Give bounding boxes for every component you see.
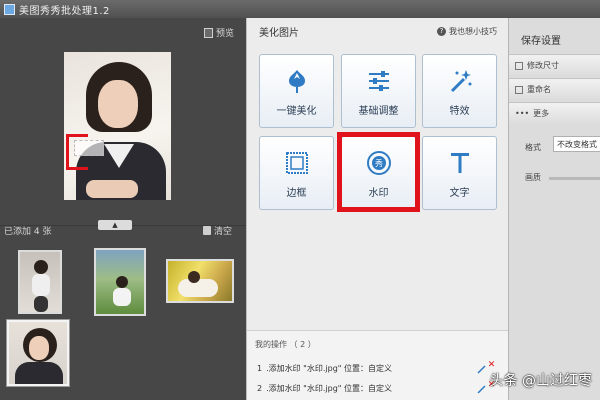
frame-icon [282, 148, 312, 178]
watermark-highlight [337, 132, 420, 212]
tile-effects[interactable]: 特效 [422, 54, 497, 128]
clear-label: 清空 [213, 227, 232, 237]
tulip-icon [282, 66, 312, 96]
tile-basic-adjust[interactable]: 基础调整 [341, 54, 416, 128]
preview-button[interactable]: 预览 [203, 26, 234, 39]
tile-label: 基础调整 [358, 106, 399, 117]
sliders-icon [364, 66, 394, 96]
tile-auto-beautify[interactable]: 一键美化 [259, 54, 334, 128]
format-select[interactable]: 不改变格式 [553, 136, 600, 152]
save-settings-panel: 保存设置 修改尺寸 重命名 ••• 更多 格式 不改变格式 画质 [508, 18, 600, 400]
highlight-marker [66, 134, 72, 170]
operation-item[interactable]: 2 .添加水印 "水印.jpg" 位置：自定义 [257, 383, 392, 394]
operation-text: .添加水印 "水印.jpg" 位置：自定义 [266, 364, 393, 373]
operations-list: 我的操作 （ 2 ） 1 .添加水印 "水印.jpg" 位置：自定义 2 .添加水印… [247, 330, 509, 400]
watermark-overlay[interactable] [74, 140, 104, 156]
trash-icon [202, 226, 211, 235]
preview-label: 预览 [215, 29, 234, 39]
edit-operation-icon[interactable] [477, 365, 486, 374]
thumbnail[interactable] [18, 250, 62, 314]
added-count-label: 已添加 4 张 [4, 227, 52, 237]
operation-item[interactable]: 1 .添加水印 "水印.jpg" 位置：自定义 [257, 363, 392, 374]
collapse-toggle[interactable]: ▲ [98, 220, 132, 230]
thumbnail[interactable] [94, 248, 146, 316]
tile-label: 特效 [449, 106, 470, 117]
window-title: 美图秀秀批处理1.2 [19, 5, 110, 17]
preview-image [64, 52, 171, 200]
beautify-title: 美化图片 [259, 27, 299, 39]
rename-option[interactable]: 重命名 [509, 78, 600, 100]
magic-wand-icon [445, 66, 475, 96]
more-option[interactable]: ••• 更多 [509, 102, 600, 124]
text-T-icon [445, 148, 475, 178]
tile-label: 一键美化 [276, 106, 317, 117]
tile-label: 边框 [286, 188, 307, 199]
more-dots-icon: ••• [515, 109, 530, 118]
tips-link[interactable]: ? 我也想小技巧 [437, 26, 497, 37]
more-label: 更多 [533, 109, 550, 118]
image-list-panel: 预览 ▲ 已添加 4 张 清空 [0, 18, 246, 400]
tile-text[interactable]: 文字 [422, 136, 497, 210]
delete-operation-icon[interactable]: ✕ [487, 361, 496, 370]
title-bar: 美图秀秀批处理1.2 [0, 0, 600, 18]
quality-label: 画质 [525, 173, 541, 182]
app-icon [4, 3, 15, 15]
beautify-header: 美化图片 ? 我也想小技巧 [247, 18, 509, 44]
clear-button[interactable]: 清空 [202, 224, 232, 237]
thumbnail[interactable] [166, 259, 234, 303]
help-icon: ? [437, 26, 446, 36]
operation-number: 2 [257, 384, 263, 393]
beautify-panel: 美化图片 ? 我也想小技巧 一键美化 基础调整 特效 边框 秀 水印 文字 我的… [246, 18, 509, 400]
rename-label: 重命名 [527, 85, 551, 94]
edit-operation-icon[interactable] [477, 385, 486, 394]
rename-icon [515, 85, 523, 94]
quality-slider[interactable] [549, 177, 600, 180]
thumbnail-selected[interactable] [6, 319, 70, 387]
operation-number: 1 [257, 364, 263, 373]
save-settings-title: 保存设置 [521, 36, 561, 47]
source-watermark: 头条 @山过红枣 [489, 373, 592, 389]
resize-icon [515, 61, 523, 70]
resize-label: 修改尺寸 [527, 61, 559, 70]
tile-frame[interactable]: 边框 [259, 136, 334, 210]
batch-processor-window: 美图秀秀批处理1.2 预览 ▲ 已添加 4 张 清空 美化图片 ? 我也想小技巧… [0, 0, 600, 400]
format-label: 格式 [525, 143, 541, 152]
resize-option[interactable]: 修改尺寸 [509, 54, 600, 76]
operations-title: 我的操作 （ 2 ） [255, 340, 316, 349]
preview-icon [203, 27, 213, 38]
operation-text: .添加水印 "水印.jpg" 位置：自定义 [266, 384, 393, 393]
tips-label: 我也想小技巧 [449, 26, 497, 36]
tile-label: 文字 [449, 188, 470, 199]
